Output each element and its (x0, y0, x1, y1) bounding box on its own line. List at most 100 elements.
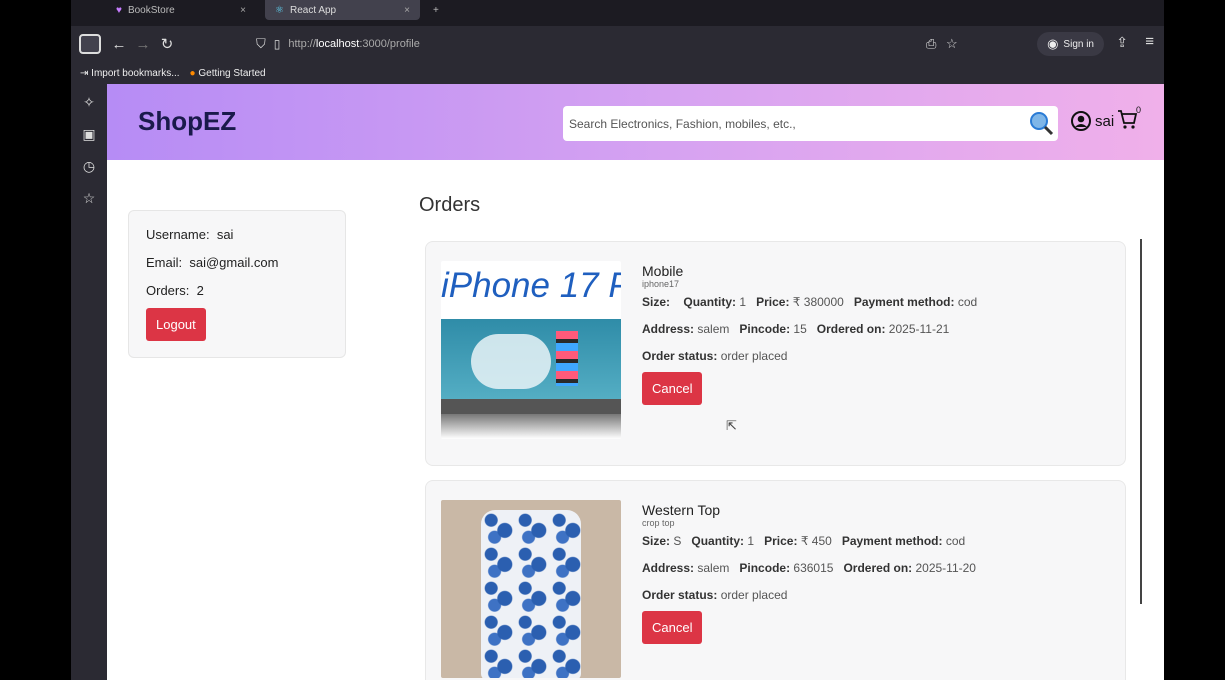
history-icon[interactable]: ◷ (83, 158, 95, 175)
cancel-order-button[interactable]: Cancel (642, 372, 703, 405)
forward-arrow-icon[interactable]: → (131, 36, 155, 53)
pincode-label: Pincode: (739, 561, 791, 575)
tab-close-icon[interactable]: × (404, 5, 410, 16)
status-value: order placed (720, 349, 788, 363)
price-label: Price: (756, 295, 790, 309)
user-menu[interactable]: sai (1071, 111, 1114, 131)
bookmark-label: Getting Started (198, 67, 266, 79)
quantity-label: Quantity: (691, 534, 745, 548)
orders-heading: Orders (419, 194, 481, 216)
address-value: salem (697, 561, 730, 575)
site-header: ShopEZ Search Electronics, Fashion, mobi… (107, 84, 1164, 160)
tab-favicon-icon: ♥ (116, 4, 122, 16)
product-name: Western Top (642, 502, 721, 518)
extensions-icon[interactable]: ⇪ (1116, 34, 1128, 51)
price-label: Price: (764, 534, 798, 548)
quantity-value: 1 (739, 295, 747, 309)
pincode-label: Pincode: (739, 322, 791, 336)
react-favicon-icon: ⚛ (275, 4, 284, 16)
ordered-on-value: 2025-11-20 (915, 561, 976, 575)
price-value: ₹ 450 (800, 534, 832, 548)
download-page-icon[interactable]: ⎙ (926, 36, 936, 52)
synced-tabs-icon[interactable]: ▣ (82, 126, 95, 143)
sign-in-label: Sign in (1063, 38, 1094, 50)
firefox-icon: ● (189, 67, 196, 79)
phone-screen-graphic (441, 319, 621, 414)
tab-close-icon[interactable]: × (240, 5, 246, 16)
profile-orders-row: Orders: 2 (146, 283, 328, 298)
orders-label: Orders: (146, 283, 190, 298)
logout-button[interactable]: Logout (146, 308, 206, 341)
url-prefix: http:// (288, 38, 316, 50)
bookmarks-icon[interactable]: ☆ (83, 190, 96, 207)
address-label: Address: (642, 561, 695, 575)
order-status-row: Order status: order placed (642, 588, 976, 602)
pincode-value: 15 (793, 322, 807, 336)
menu-icon[interactable]: ≡ (1145, 33, 1154, 50)
search-bar[interactable]: Search Electronics, Fashion, mobiles, et… (563, 106, 1058, 141)
tab-react-app[interactable]: ⚛ React App × (265, 0, 420, 20)
cart-count-badge: 0 (1136, 105, 1142, 115)
product-description: iphone17 (642, 279, 680, 289)
user-avatar-icon (1071, 111, 1091, 131)
address-value: salem (697, 322, 730, 336)
cancel-order-button[interactable]: Cancel (642, 611, 703, 644)
tab-bookstore[interactable]: ♥ BookStore × (106, 0, 256, 20)
username-value: sai (216, 227, 234, 242)
size-label: Size: (642, 534, 671, 548)
scrollbar[interactable] (1140, 239, 1142, 604)
profile-email-row: Email: sai@gmail.com (146, 255, 328, 270)
cart-icon (1118, 110, 1138, 129)
status-label: Order status: (642, 349, 718, 363)
bookmark-getting-started[interactable]: ● Getting Started (190, 68, 266, 79)
back-arrow-icon[interactable]: ← (107, 36, 131, 53)
ordered-on-value: 2025-11-21 (888, 322, 950, 336)
bookmark-label: Import bookmarks... (91, 67, 180, 79)
nav-bar: ← → ↻ ⛉ ▯ http://localhost:3000/profile … (71, 26, 1164, 62)
status-label: Order status: (642, 588, 718, 602)
ai-sparkle-icon[interactable]: ✧ (83, 94, 95, 111)
profile-username-row: Username: sai (146, 227, 328, 242)
size-label: Size: (642, 295, 671, 309)
order-meta-row: Size: Quantity: 1 Price: ₹ 380000 Paymen… (642, 295, 977, 309)
reload-icon[interactable]: ↻ (155, 35, 179, 53)
order-info: Western Top crop top Size: S Quantity: 1… (642, 502, 976, 644)
email-label: Email: (146, 255, 183, 270)
search-input[interactable]: Search Electronics, Fashion, mobiles, et… (569, 117, 796, 131)
url-host: localhost (315, 38, 360, 50)
account-icon: ◉ (1047, 36, 1059, 51)
bookmark-star-icon[interactable]: ☆ (946, 36, 958, 52)
site-logo[interactable]: ShopEZ (138, 106, 236, 137)
bookmark-import[interactable]: ⇥ Import bookmarks... (80, 68, 180, 79)
ordered-on-label: Ordered on: (843, 561, 913, 575)
order-address-row: Address: salem Pincode: 15 Ordered on: 2… (642, 322, 977, 336)
quantity-value: 1 (747, 534, 755, 548)
order-meta-row: Size: S Quantity: 1 Price: ₹ 450 Payment… (642, 534, 976, 548)
tab-strip: ♥ BookStore × ⚛ React App × + (71, 0, 1164, 22)
url-path: :3000/profile (359, 38, 420, 50)
payment-label: Payment method: (853, 295, 955, 309)
pincode-value: 636015 (793, 561, 834, 575)
page-icon: ▯ (273, 37, 281, 51)
username-label: Username: (146, 227, 210, 242)
email-value: sai@gmail.com (189, 255, 279, 270)
cart-button[interactable]: 0 (1117, 105, 1141, 136)
browser-window: ♥ BookStore × ⚛ React App × + ← → ↻ ⛉ ▯ … (71, 0, 1164, 680)
status-value: order placed (720, 588, 788, 602)
url-bar[interactable]: ⛉ ▯ http://localhost:3000/profile ⎙ ☆ (256, 31, 958, 57)
order-status-row: Order status: order placed (642, 349, 977, 363)
ordered-on-label: Ordered on: (816, 322, 886, 336)
sidebar-toggle-icon[interactable] (79, 34, 101, 54)
url-text: http://localhost:3000/profile (288, 38, 420, 50)
search-icon[interactable] (1028, 110, 1054, 136)
product-image-western-top (441, 500, 621, 678)
top-garment-graphic (481, 510, 581, 678)
product-image-text: iPhone 17 Pı (441, 266, 621, 305)
product-image-iphone: iPhone 17 Pı (441, 261, 621, 439)
orders-count: 2 (196, 283, 204, 298)
new-tab-button[interactable]: + (423, 0, 449, 20)
tab-label: BookStore (127, 4, 175, 16)
bookmarks-bar: ⇥ Import bookmarks... ● Getting Started (71, 62, 1164, 84)
sign-in-button[interactable]: ◉ Sign in (1037, 32, 1104, 56)
product-description: crop top (642, 518, 675, 528)
